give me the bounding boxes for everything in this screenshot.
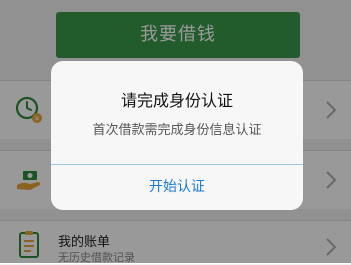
- dialog-message: 首次借款需完成身份信息认证: [92, 123, 262, 138]
- identity-verification-dialog: 请完成身份认证 首次借款需完成身份信息认证 开始认证: [51, 61, 303, 210]
- start-verification-button[interactable]: 开始认证: [51, 165, 303, 210]
- dialog-title: 请完成身份认证: [120, 91, 233, 110]
